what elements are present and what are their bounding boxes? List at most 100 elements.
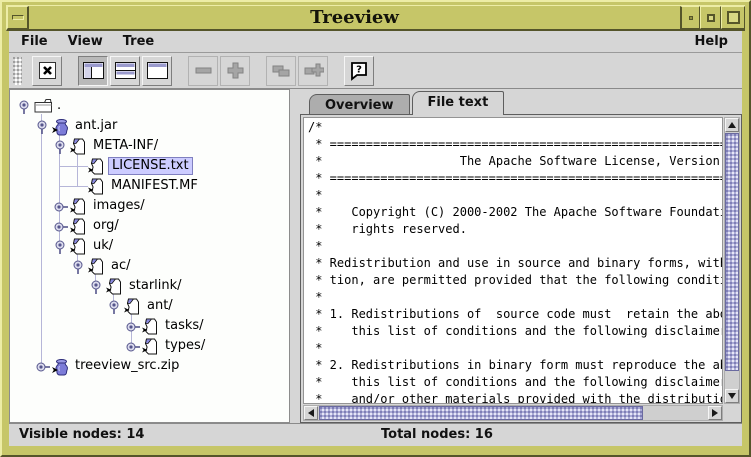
tab-file-text[interactable]: File text [412, 91, 505, 115]
tree-node-label[interactable]: treeview_src.zip [72, 357, 182, 375]
window-menu-icon [12, 15, 24, 20]
total-nodes-label: Total nodes: 16 [381, 427, 493, 442]
tree-node-label[interactable]: tasks/ [162, 317, 207, 335]
tree-node-label[interactable]: . [54, 97, 64, 115]
help-button[interactable]: ? [344, 56, 374, 86]
single-window-button[interactable] [142, 56, 172, 86]
tree-panel[interactable]: . ant.jar META-INF/LICENSE.txt MANIFEST.MF i… [9, 89, 290, 423]
minimize-icon [707, 14, 715, 22]
window-menu-button[interactable] [7, 6, 29, 29]
tree-node-label[interactable]: org/ [90, 217, 122, 235]
tree-row-meta-inf[interactable]: META-INF/ [10, 136, 289, 156]
close-window-icon [38, 61, 57, 80]
close-window-button[interactable] [32, 56, 62, 86]
tree-node-label[interactable]: LICENSE.txt [108, 157, 193, 175]
tree-row-license-txt[interactable]: LICENSE.txt [10, 156, 289, 176]
expand-handle-icon[interactable] [36, 361, 51, 377]
client-area: File View Tree Help ? . ant.jar META-INF/L… [9, 31, 742, 446]
single-window-icon [147, 62, 168, 79]
tree-row-org[interactable]: org/ [10, 216, 289, 236]
window-options-button[interactable] [680, 6, 700, 29]
options-dot-icon [689, 16, 693, 20]
tool-bar: ? [9, 53, 742, 89]
arrow-right-icon [712, 409, 718, 417]
menu-help[interactable]: Help [695, 34, 728, 49]
arrow-left-icon [308, 409, 314, 417]
scroll-up-button[interactable] [725, 118, 739, 132]
folder-icon [34, 98, 53, 117]
split-horizontal-icon [115, 62, 136, 79]
tree-row-ant-jar[interactable]: ant.jar [10, 116, 289, 136]
tree-connector-stub [59, 166, 88, 167]
vertical-scroll-thumb[interactable] [725, 133, 739, 371]
split-vertical-icon [83, 62, 104, 79]
detail-panel: Overview File text /* * ================… [300, 89, 742, 423]
vertical-scrollbar[interactable] [724, 117, 740, 404]
expand-node-icon [226, 61, 245, 80]
arrow-up-icon [728, 122, 736, 128]
tree-node-label[interactable]: uk/ [90, 237, 116, 255]
maximize-icon [727, 11, 740, 24]
tree-row-manifest-mf[interactable]: MANIFEST.MF [10, 176, 289, 196]
expand-handle-icon[interactable] [126, 341, 141, 357]
menu-view[interactable]: View [68, 34, 103, 49]
split-horizontal-button[interactable] [110, 56, 140, 86]
expand-handle-icon[interactable] [54, 221, 69, 237]
scroll-down-button[interactable] [725, 389, 739, 403]
menu-bar: File View Tree Help [9, 31, 742, 53]
scroll-left-button[interactable] [304, 406, 318, 420]
tree-node-label[interactable]: images/ [90, 197, 148, 215]
arrow-down-icon [728, 393, 736, 399]
menu-file[interactable]: File [21, 34, 48, 49]
tree-row-uk[interactable]: uk/ [10, 236, 289, 256]
collapse-node-icon [194, 61, 213, 80]
tab-content: /* * ===================================… [300, 114, 742, 423]
expand-handle-icon[interactable] [54, 201, 69, 217]
split-pane: . ant.jar META-INF/LICENSE.txt MANIFEST.MF i… [9, 89, 742, 423]
minimize-button[interactable] [700, 6, 721, 29]
tab-bar: Overview File text [300, 89, 742, 115]
maximize-button[interactable] [721, 6, 745, 29]
jar-icon [52, 358, 69, 380]
expand-node-button [220, 56, 250, 86]
tab-overview[interactable]: Overview [309, 94, 410, 116]
tree-node-label[interactable]: ant/ [144, 297, 176, 315]
tree-row-[interactable]: . [10, 96, 289, 116]
tree-node-label[interactable]: starlink/ [126, 277, 185, 295]
tree-row-starlink[interactable]: starlink/ [10, 276, 289, 296]
app-window: Treeview File View Tree Help ? . ant.jar M… [0, 0, 751, 457]
split-divider[interactable] [290, 89, 300, 423]
tree-row-ac[interactable]: ac/ [10, 256, 289, 276]
file-text-viewport[interactable]: /* * ===================================… [303, 117, 723, 404]
help-icon: ? [349, 61, 369, 81]
svg-text:?: ? [356, 64, 362, 75]
scroll-right-button[interactable] [708, 406, 722, 420]
tree-node-label[interactable]: ac/ [108, 257, 134, 275]
license-text: /* * ===================================… [304, 118, 722, 404]
menu-tree[interactable]: Tree [123, 34, 154, 49]
tree-row-images[interactable]: images/ [10, 196, 289, 216]
tree-connector-stub [59, 186, 88, 187]
status-bar: Visible nodes: 14 Total nodes: 16 [9, 423, 742, 446]
expand-handle-icon[interactable] [126, 321, 141, 337]
window-title: Treeview [29, 6, 680, 29]
collapse-node-button [188, 56, 218, 86]
tree-node-label[interactable]: ant.jar [72, 117, 120, 135]
tree-node-label[interactable]: META-INF/ [90, 137, 161, 155]
collapse-all-button [266, 56, 296, 86]
toolbar-drag-handle[interactable] [13, 57, 22, 85]
split-vertical-button[interactable] [78, 56, 108, 86]
tree-row-treeview-src-zip[interactable]: treeview_src.zip [10, 356, 289, 376]
expand-all-button [298, 56, 328, 86]
visible-nodes-label: Visible nodes: 14 [19, 427, 144, 442]
title-bar[interactable]: Treeview [6, 5, 745, 31]
tree-node-label[interactable]: types/ [162, 337, 208, 355]
tree-node-label[interactable]: MANIFEST.MF [108, 177, 201, 195]
horizontal-scrollbar[interactable] [303, 405, 723, 421]
tree-row-types[interactable]: types/ [10, 336, 289, 356]
collapse-all-icon [271, 62, 292, 79]
tree-row-ant[interactable]: ant/ [10, 296, 289, 316]
horizontal-scroll-thumb[interactable] [319, 406, 643, 420]
expand-all-icon [303, 61, 324, 80]
tree-row-tasks[interactable]: tasks/ [10, 316, 289, 336]
